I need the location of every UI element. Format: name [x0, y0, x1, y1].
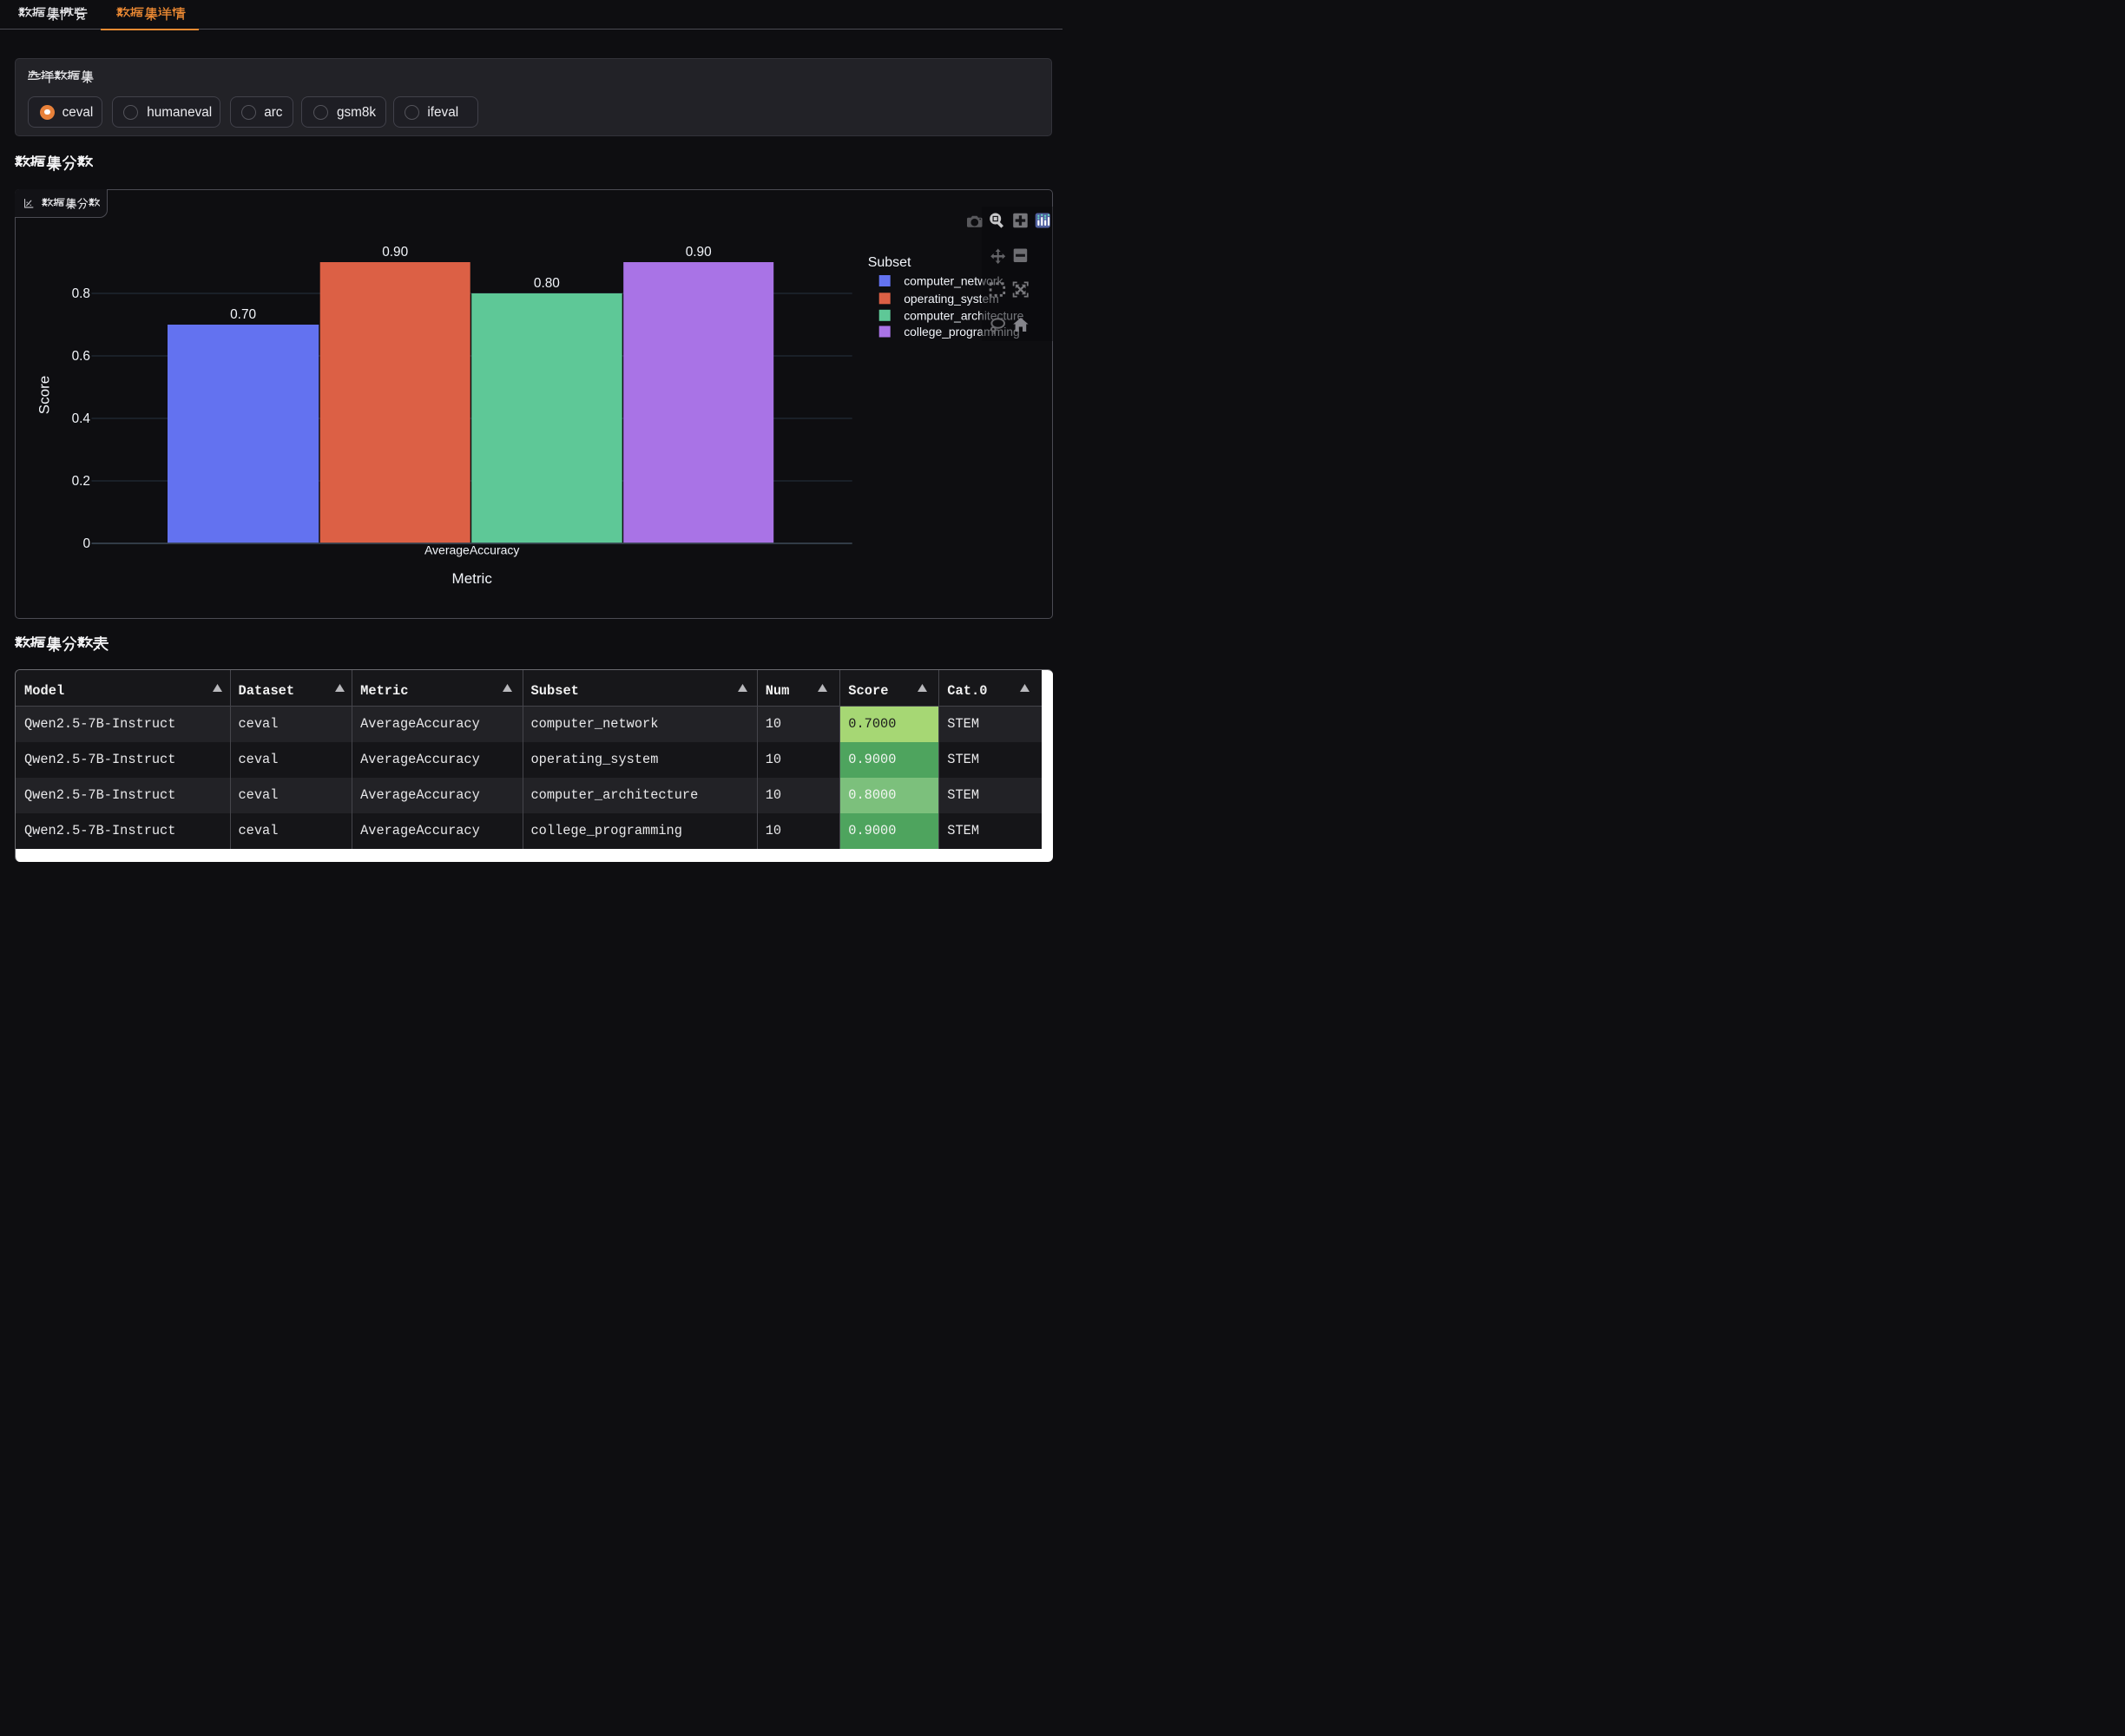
svg-text:Subset: Subset: [868, 255, 911, 270]
svg-text:0.2: 0.2: [72, 474, 90, 489]
svg-text:0: 0: [82, 536, 90, 551]
svg-text:0.4: 0.4: [72, 411, 91, 426]
svg-text:0.90: 0.90: [382, 245, 408, 260]
svg-text:0.8: 0.8: [72, 286, 90, 301]
svg-text:Metric: Metric: [452, 570, 493, 587]
svg-text:0.80: 0.80: [534, 276, 560, 291]
svg-text:Score: Score: [36, 376, 53, 414]
svg-text:0.6: 0.6: [72, 349, 90, 364]
svg-text:0.90: 0.90: [686, 245, 712, 260]
svg-text:0.70: 0.70: [230, 307, 256, 322]
svg-text:AverageAccuracy: AverageAccuracy: [424, 543, 519, 557]
